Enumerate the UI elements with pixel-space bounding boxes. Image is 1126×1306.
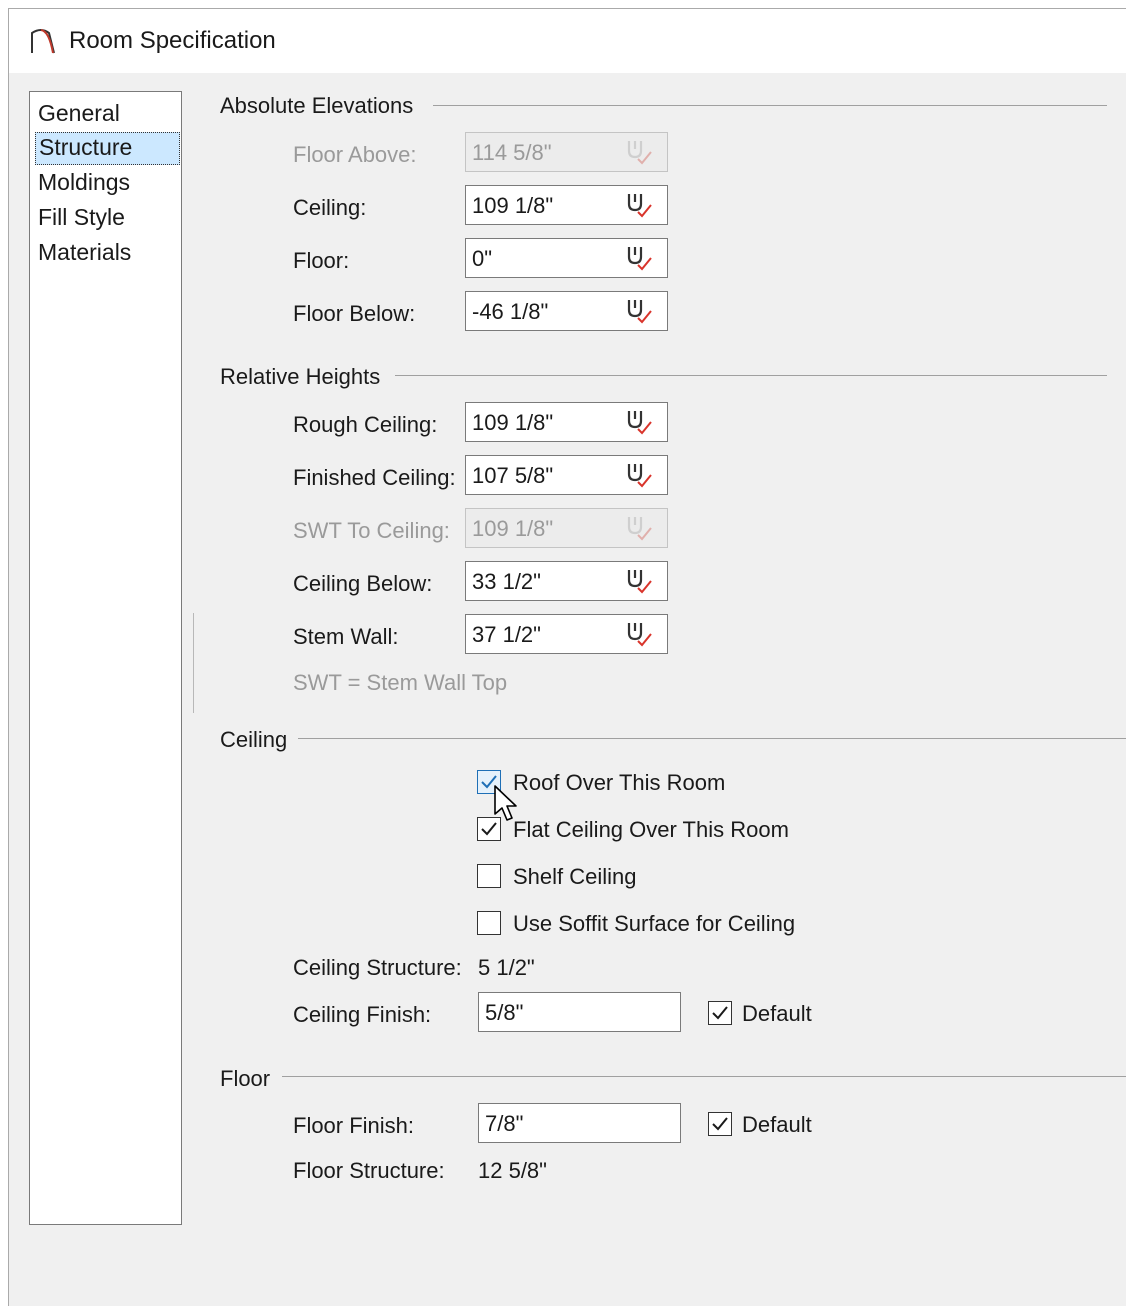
ceiling-finish-default-label[interactable]: Default	[742, 1001, 812, 1027]
nav-item-fill-style[interactable]: Fill Style	[35, 202, 128, 233]
shelf-ceiling-checkbox[interactable]	[477, 864, 501, 888]
room-specification-dialog: Room Specification General Structure Mol…	[8, 8, 1126, 1306]
roof-over-room-label[interactable]: Roof Over This Room	[513, 770, 725, 796]
ceiling-finish-default-checkbox[interactable]	[708, 1001, 732, 1025]
rough-ceiling-value[interactable]: 109 1/8"	[472, 410, 553, 436]
ceiling-below-field[interactable]: 33 1/2"	[465, 561, 668, 601]
nav-item-moldings[interactable]: Moldings	[35, 167, 133, 198]
floor-above-value: 114 5/8"	[472, 140, 552, 165]
reference-marker-icon[interactable]	[621, 296, 655, 326]
floor-label: Floor:	[293, 248, 350, 273]
reference-marker-icon[interactable]	[621, 460, 655, 490]
rough-ceiling-label: Rough Ceiling:	[293, 412, 438, 437]
floor-field[interactable]: 0"	[465, 238, 668, 278]
stem-wall-field[interactable]: 37 1/2"	[465, 614, 668, 654]
nav-item-general[interactable]: General	[35, 98, 123, 129]
group-divider	[433, 105, 1107, 106]
mouse-pointer-icon	[494, 785, 517, 821]
nav-item-materials[interactable]: Materials	[35, 237, 134, 268]
reference-marker-icon	[627, 141, 652, 165]
soffit-surface-checkbox[interactable]	[477, 911, 501, 935]
reference-marker-icon[interactable]	[621, 407, 655, 437]
floor-below-label: Floor Below:	[293, 301, 416, 326]
panel-splitter[interactable]	[193, 613, 194, 713]
floor-above-label: Floor Above:	[293, 142, 417, 167]
floor-finish-value[interactable]: 7/8"	[485, 1111, 523, 1137]
ceiling-label: Ceiling:	[293, 195, 367, 220]
category-list[interactable]: General Structure Moldings Fill Style Ma…	[29, 91, 182, 1225]
rough-ceiling-field[interactable]: 109 1/8"	[465, 402, 668, 442]
reference-marker-icon[interactable]	[621, 243, 655, 273]
ceiling-below-label: Ceiling Below:	[293, 571, 433, 596]
group-divider	[298, 738, 1126, 739]
group-title-absolute-elevations: Absolute Elevations	[220, 93, 414, 118]
ceiling-finish-field[interactable]: 5/8"	[478, 992, 681, 1032]
reference-marker-icon	[627, 517, 652, 541]
room-arch-icon	[31, 29, 55, 54]
floor-finish-field[interactable]: 7/8"	[478, 1103, 681, 1143]
finished-ceiling-label: Finished Ceiling:	[293, 465, 456, 490]
group-title-ceiling: Ceiling	[220, 727, 288, 752]
floor-above-field: 114 5/8"	[465, 132, 668, 172]
finished-ceiling-field[interactable]: 107 5/8"	[465, 455, 668, 495]
ceiling-value[interactable]: 109 1/8"	[472, 193, 553, 219]
group-title-floor: Floor	[220, 1066, 271, 1091]
swt-to-ceiling-value: 109 1/8"	[472, 516, 554, 541]
floor-finish-default-checkbox[interactable]	[708, 1112, 732, 1136]
floor-value[interactable]: 0"	[472, 246, 492, 272]
reference-marker-icon[interactable]	[621, 566, 655, 596]
swt-to-ceiling-field: 109 1/8"	[465, 508, 668, 548]
group-title-relative-heights: Relative Heights	[220, 364, 381, 389]
floor-finish-default-label[interactable]: Default	[742, 1112, 812, 1138]
shelf-ceiling-label[interactable]: Shelf Ceiling	[513, 864, 637, 890]
ceiling-structure-label: Ceiling Structure:	[293, 955, 462, 980]
reference-marker-icon[interactable]	[621, 619, 655, 649]
ceiling-finish-label: Ceiling Finish:	[293, 1002, 432, 1027]
ceiling-field[interactable]: 109 1/8"	[465, 185, 668, 225]
group-divider	[282, 1076, 1126, 1077]
soffit-surface-label[interactable]: Use Soffit Surface for Ceiling	[513, 911, 795, 937]
finished-ceiling-value[interactable]: 107 5/8"	[472, 463, 553, 489]
title-bar: Room Specification	[9, 9, 1126, 73]
group-divider	[395, 375, 1107, 376]
floor-below-value[interactable]: -46 1/8"	[472, 299, 548, 325]
ceiling-finish-value[interactable]: 5/8"	[485, 1000, 523, 1026]
check-mark-icon	[712, 1006, 728, 1020]
ceiling-below-value[interactable]: 33 1/2"	[472, 569, 541, 595]
swt-to-ceiling-label: SWT To Ceiling:	[293, 518, 450, 543]
floor-structure-value: 12 5/8"	[478, 1158, 547, 1183]
reference-marker-icon[interactable]	[621, 190, 655, 220]
stem-wall-value[interactable]: 37 1/2"	[472, 622, 541, 648]
floor-finish-label: Floor Finish:	[293, 1113, 415, 1138]
floor-below-field[interactable]: -46 1/8"	[465, 291, 668, 331]
floor-structure-label: Floor Structure:	[293, 1158, 445, 1183]
nav-item-structure[interactable]: Structure	[35, 132, 180, 165]
flat-ceiling-label[interactable]: Flat Ceiling Over This Room	[513, 817, 789, 843]
check-mark-icon	[712, 1117, 728, 1131]
swt-note: SWT = Stem Wall Top	[293, 670, 508, 695]
dialog-title: Room Specification	[69, 27, 276, 54]
stem-wall-label: Stem Wall:	[293, 624, 399, 649]
ceiling-structure-value: 5 1/2"	[478, 955, 535, 980]
